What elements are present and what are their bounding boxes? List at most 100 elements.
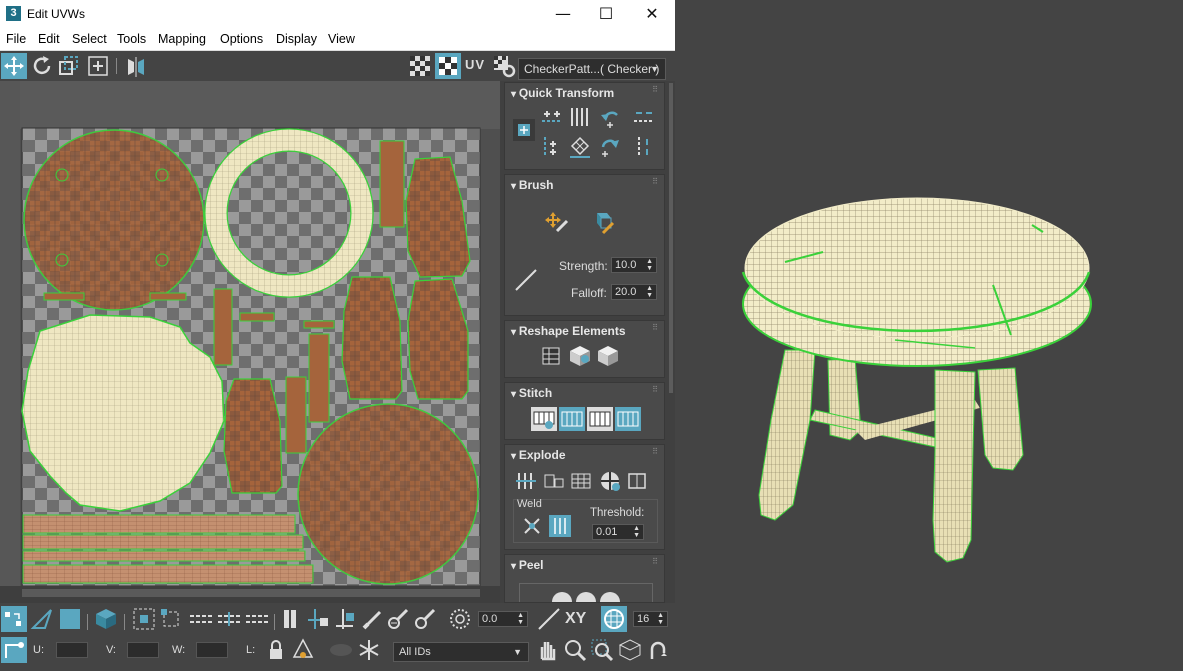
options-button[interactable] — [491, 53, 517, 79]
close-button[interactable]: ✕ — [629, 0, 675, 29]
zoom-button[interactable] — [562, 637, 588, 663]
pan-button[interactable] — [534, 637, 560, 663]
paint-select-grow-button[interactable] — [385, 606, 411, 632]
menu-display[interactable]: Display — [276, 32, 317, 46]
relax-brush-button[interactable] — [589, 209, 615, 235]
stitch-average-button[interactable] — [587, 407, 613, 431]
panel-scrollbar[interactable] — [669, 83, 673, 393]
menu-edit[interactable]: Edit — [38, 32, 60, 46]
element-mode-button[interactable] — [93, 606, 119, 632]
stitch-to-source-button[interactable] — [559, 407, 585, 431]
falloff-spinner[interactable]: 20.0 ▲ ▼ — [611, 284, 657, 300]
menu-view[interactable]: View — [328, 32, 355, 46]
menu-options[interactable]: Options — [220, 32, 263, 46]
grid-size-spinner[interactable]: 16 ▲ ▼ — [633, 611, 668, 627]
v-label: V: — [106, 644, 116, 656]
align-vertical-button[interactable] — [567, 105, 593, 129]
space-vertical-button[interactable] — [631, 135, 657, 159]
flatten-by-polygon-button[interactable] — [569, 469, 595, 493]
weld-selected-button[interactable] — [521, 515, 543, 537]
pivot-button[interactable] — [513, 119, 535, 141]
threshold-spinner[interactable]: 0.01 ▲ ▼ — [592, 524, 644, 540]
stitch-custom-button[interactable] — [531, 407, 557, 431]
3d-viewport[interactable] — [675, 0, 1183, 666]
scale-tool-button[interactable] — [56, 53, 82, 79]
stool-3d-model[interactable] — [675, 0, 1183, 666]
straighten-selection-button[interactable] — [539, 343, 565, 367]
transform-space-button[interactable] — [1, 637, 27, 663]
menu-file[interactable]: File — [6, 32, 26, 46]
reshape-elements-title[interactable]: Reshape Elements — [511, 324, 626, 338]
w-field[interactable] — [196, 642, 228, 658]
zoom-icon — [565, 640, 587, 662]
weld-target-button[interactable] — [549, 515, 571, 537]
show-hidden-button[interactable] — [290, 637, 316, 663]
flatten-by-smoothing-button[interactable] — [625, 469, 651, 493]
space-horizontal-button[interactable] — [631, 105, 657, 129]
edge-ring-button[interactable] — [216, 606, 242, 632]
paint-select-shrink-button[interactable] — [412, 606, 438, 632]
select-by-element-button[interactable] — [278, 606, 304, 632]
straighten-button[interactable] — [567, 135, 593, 159]
snap-toggle-button[interactable] — [645, 637, 671, 663]
checker-toggle-button[interactable] — [407, 53, 433, 79]
menu-mapping[interactable]: Mapping — [158, 32, 206, 46]
break-button[interactable] — [513, 469, 539, 493]
edge-loop-button[interactable] — [188, 606, 214, 632]
align-horizontal-button[interactable] — [539, 105, 565, 129]
menu-select[interactable]: Select — [72, 32, 107, 46]
grow-selection-button[interactable] — [131, 606, 157, 632]
explode-title[interactable]: Explode — [511, 448, 566, 462]
zoom-extents-button[interactable] — [617, 637, 643, 663]
stitch-to-target-button[interactable] — [615, 407, 641, 431]
select-inverse-button[interactable] — [333, 606, 359, 632]
xy-space-button[interactable]: XY — [565, 610, 586, 628]
align-vertical-axis-button[interactable] — [539, 135, 565, 159]
detach-button[interactable] — [541, 469, 567, 493]
edge-point-button[interactable] — [244, 606, 270, 632]
quick-transform-title[interactable]: Quick Transform — [511, 86, 614, 100]
rotate-ccw-button[interactable] — [597, 105, 623, 129]
flatten-by-material-button[interactable] — [597, 469, 623, 493]
hide-selection-button[interactable] — [328, 637, 354, 663]
material-id-dropdown[interactable]: All IDs ▼ — [393, 642, 529, 662]
unfold-button[interactable] — [595, 343, 621, 367]
relax-button[interactable] — [567, 343, 593, 367]
maximize-button[interactable]: ☐ — [583, 0, 629, 29]
scale-icon — [59, 56, 78, 75]
uv-axis-label[interactable]: UV — [465, 57, 485, 72]
select-overlap-button[interactable] — [305, 606, 331, 632]
lock-selection-button[interactable] — [263, 637, 289, 663]
shrink-selection-button[interactable] — [158, 606, 184, 632]
rotate-cw-button[interactable] — [597, 135, 623, 159]
mirror-tool-button[interactable] — [123, 53, 149, 79]
falloff-line-button[interactable] — [536, 606, 562, 632]
strength-spinner[interactable]: 10.0 ▲ ▼ — [611, 257, 657, 273]
polygon-mode-button[interactable] — [57, 606, 83, 632]
paint-move-button[interactable] — [543, 209, 569, 233]
texture-dropdown[interactable]: CheckerPatt...( Checker ) ▼ — [518, 58, 666, 80]
paint-select-button[interactable] — [360, 606, 386, 632]
u-field[interactable] — [56, 642, 88, 658]
uv-layout-canvas[interactable] — [0, 81, 500, 603]
freeform-tool-button[interactable] — [85, 53, 111, 79]
uv-editor-viewport[interactable] — [0, 81, 500, 603]
menu-tools[interactable]: Tools — [117, 32, 146, 46]
peel-title[interactable]: Peel — [511, 558, 544, 572]
rotate-ccw-icon — [601, 111, 618, 128]
stitch-title[interactable]: Stitch — [511, 386, 552, 400]
move-tool-button[interactable] — [1, 53, 27, 79]
zoom-region-button[interactable] — [589, 637, 615, 663]
vertex-mode-button[interactable] — [1, 606, 27, 632]
freeze-selection-button[interactable] — [356, 637, 382, 663]
grid-snap-button[interactable] — [601, 606, 627, 632]
edge-mode-button[interactable] — [29, 606, 55, 632]
brush-title[interactable]: Brush — [511, 178, 554, 192]
show-map-button[interactable] — [435, 53, 461, 79]
soft-selection-spinner[interactable]: 0.0 ▲ ▼ — [478, 611, 528, 627]
v-field[interactable] — [127, 642, 159, 658]
brush-falloff-button[interactable] — [513, 267, 539, 291]
rotate-tool-button[interactable] — [29, 53, 55, 79]
soft-selection-button[interactable] — [447, 606, 473, 632]
minimize-button[interactable]: — — [540, 0, 586, 29]
